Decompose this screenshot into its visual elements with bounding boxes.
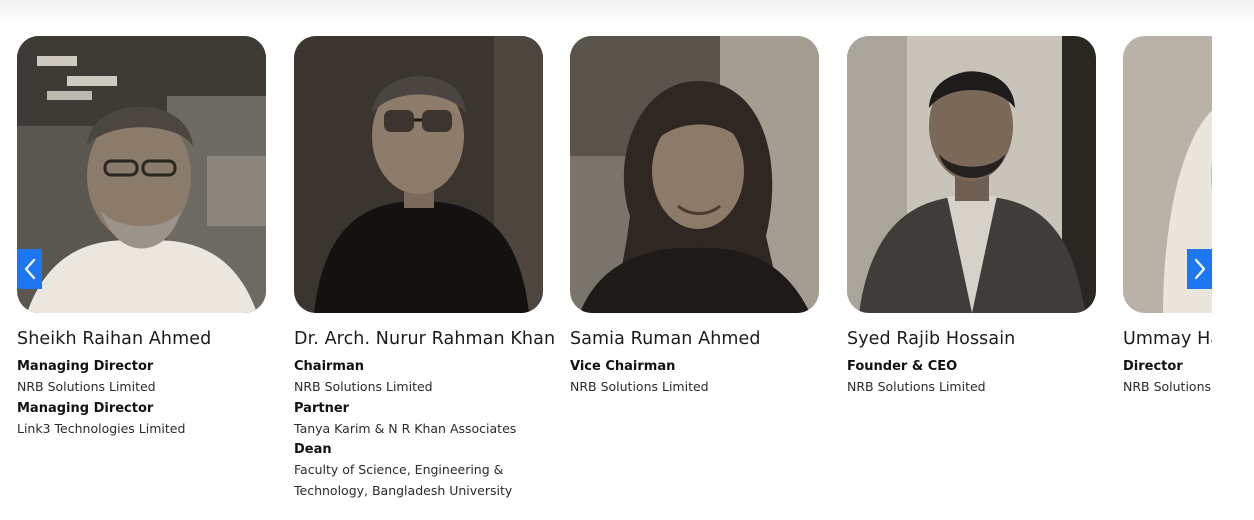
role-title: Director — [1123, 359, 1183, 374]
role-title: Founder & CEO — [847, 359, 958, 374]
member-photo — [17, 36, 266, 313]
role-organization: Link3 Technologies Limited — [17, 420, 186, 436]
role-title: Managing Director — [17, 400, 154, 416]
member-photo — [294, 36, 543, 313]
role-title: Chairman — [294, 359, 365, 374]
role-title: Vice Chairman — [570, 359, 676, 374]
role-title: Managing Director — [17, 359, 154, 374]
team-carousel[interactable]: Sheikh Raihan Ahmed Managing Director NR… — [17, 36, 1212, 516]
role-organization: Faculty of Science, Engineering & Techno… — [294, 462, 513, 498]
member-name: Syed Rajib Hossain — [847, 329, 1016, 349]
member-photo — [570, 36, 819, 313]
member-name: Samia Ruman Ahmed — [570, 329, 761, 349]
chevron-right-icon — [1193, 258, 1207, 280]
member-name: Sheikh Raihan Ahmed — [17, 329, 212, 349]
team-member-card[interactable]: Syed Rajib Hossain Founder & CEO NRB Sol… — [847, 36, 1096, 398]
role-organization: NRB Solutions Limited — [847, 379, 986, 394]
role-title: Partner — [294, 400, 350, 416]
member-roles: Managing Director NRB Solutions Limited … — [17, 356, 266, 439]
member-name: Ummay Ha — [1123, 329, 1212, 349]
header-shadow — [0, 0, 1254, 22]
carousel-prev-button[interactable] — [17, 249, 42, 289]
member-roles: Vice Chairman NRB Solutions Limited — [570, 356, 819, 398]
carousel-next-button[interactable] — [1187, 249, 1212, 289]
member-roles: Chairman NRB Solutions Limited Partner T… — [294, 356, 543, 501]
team-member-card[interactable]: Ummay Ha Director NRB Solutions — [1123, 36, 1212, 398]
member-name: Dr. Arch. Nurur Rahman Khan — [294, 329, 556, 349]
chevron-left-icon — [23, 258, 37, 280]
member-roles: Director NRB Solutions — [1123, 356, 1212, 398]
role-organization: NRB Solutions Limited — [294, 379, 433, 394]
member-photo — [847, 36, 1096, 313]
team-member-card[interactable]: Samia Ruman Ahmed Vice Chairman NRB Solu… — [570, 36, 819, 398]
role-organization: NRB Solutions — [1123, 379, 1212, 394]
role-organization: NRB Solutions Limited — [570, 379, 709, 394]
role-organization: NRB Solutions Limited — [17, 379, 156, 394]
role-title: Dean — [294, 442, 332, 457]
carousel-track: Sheikh Raihan Ahmed Managing Director NR… — [17, 36, 1212, 516]
team-member-card[interactable]: Dr. Arch. Nurur Rahman Khan Chairman NRB… — [294, 36, 556, 501]
team-member-card[interactable]: Sheikh Raihan Ahmed Managing Director NR… — [17, 36, 266, 439]
role-organization: Tanya Karim & N R Khan Associates — [294, 420, 517, 436]
member-roles: Founder & CEO NRB Solutions Limited — [847, 356, 1096, 398]
